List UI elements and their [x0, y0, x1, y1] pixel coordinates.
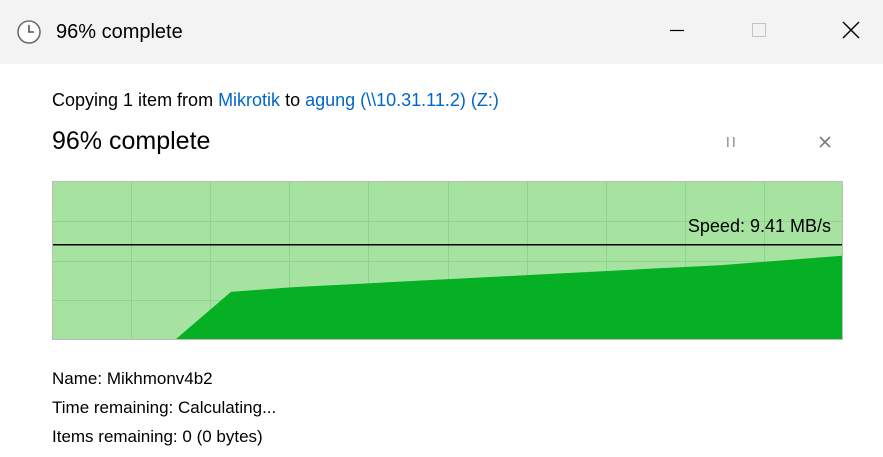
maximize-button[interactable] — [713, 0, 805, 64]
source-link[interactable]: Mikrotik — [218, 90, 280, 110]
title-bar[interactable]: 96% complete — [0, 0, 883, 64]
details-panel: Name: Mikhmonv4b2 Time remaining: Calcul… — [52, 364, 276, 451]
close-button[interactable] — [805, 0, 883, 64]
speed-graph-svg — [52, 181, 843, 340]
items-remaining-label: Items remaining: — [52, 427, 178, 446]
copy-middle: to — [280, 90, 306, 110]
name-row: Name: Mikhmonv4b2 — [52, 364, 276, 393]
items-remaining-row: Items remaining: 0 (0 bytes) — [52, 422, 276, 451]
pause-button[interactable] — [716, 132, 746, 156]
cancel-close-icon — [818, 135, 832, 154]
time-remaining-label: Time remaining: — [52, 398, 174, 417]
name-value: Mikhmonv4b2 — [106, 369, 213, 388]
copy-description: Copying 1 item from Mikrotik to agung (\… — [52, 88, 499, 112]
window-title: 96% complete — [56, 21, 183, 43]
close-icon — [842, 21, 860, 44]
clock-icon — [16, 19, 42, 45]
cancel-button[interactable] — [810, 132, 840, 156]
items-remaining-value: 0 (0 bytes) — [182, 427, 263, 446]
destination-link[interactable]: agung (\\10.31.11.2) (Z:) — [305, 90, 499, 110]
pause-icon — [725, 135, 737, 153]
speed-graph: Speed: 9.41 MB/s — [52, 181, 843, 340]
progress-title: 96% complete — [52, 127, 211, 155]
copy-prefix: Copying 1 item from — [52, 90, 219, 110]
time-remaining-row: Time remaining: Calculating... — [52, 393, 276, 422]
name-label: Name: — [52, 369, 103, 388]
minimize-button[interactable] — [631, 0, 723, 64]
maximize-icon — [751, 22, 767, 43]
minimize-icon — [669, 22, 685, 43]
time-remaining-value: Calculating... — [177, 398, 277, 417]
speed-label: Speed: 9.41 MB/s — [687, 215, 831, 236]
